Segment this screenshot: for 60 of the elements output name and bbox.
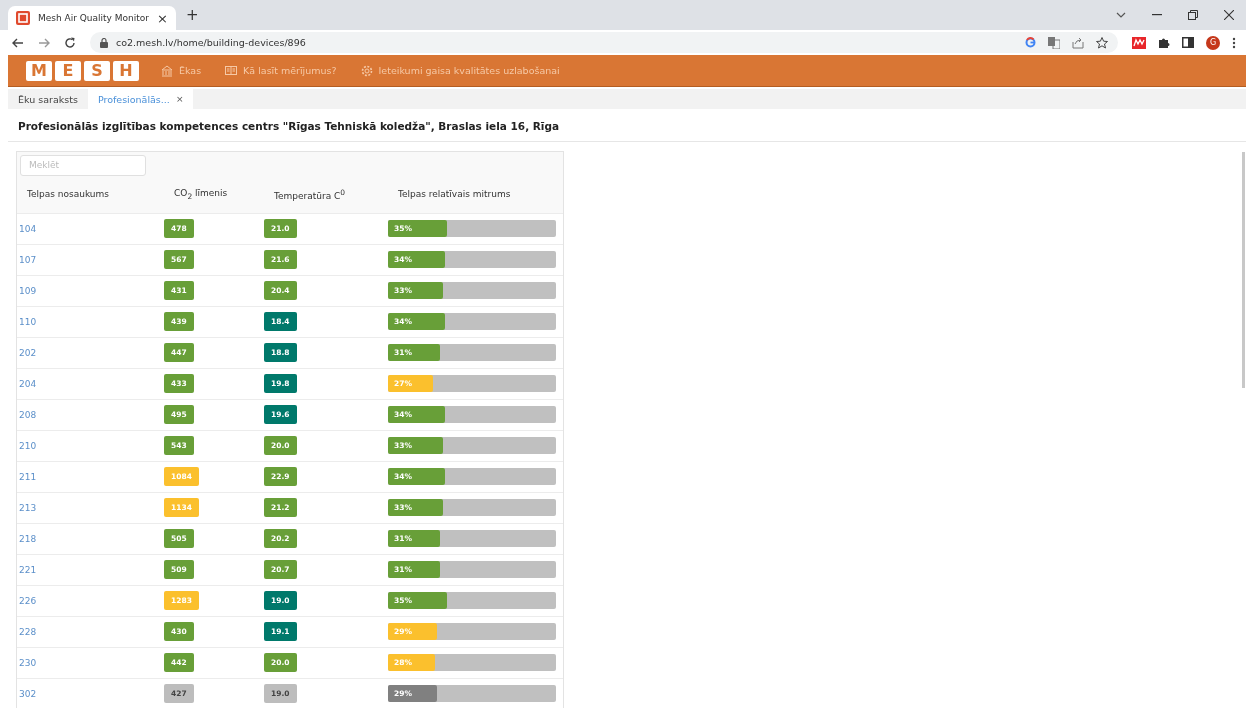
scrollbar[interactable]: [1242, 152, 1245, 388]
side-panel-icon[interactable]: [1182, 37, 1194, 48]
address-bar[interactable]: co2.mesh.lv/home/building-devices/896: [90, 32, 1118, 53]
room-link[interactable]: 210: [17, 440, 37, 451]
column-header: Telpas nosaukums: [26, 189, 110, 199]
lock-icon: [100, 37, 108, 48]
close-tab-button[interactable]: ×: [157, 10, 168, 26]
room-link[interactable]: 109: [17, 285, 37, 296]
building-icon: [161, 64, 173, 77]
room-link[interactable]: 211: [17, 471, 37, 482]
logo-letter[interactable]: E: [55, 60, 81, 81]
translate-icon[interactable]: [1048, 36, 1060, 49]
close-icon[interactable]: [1224, 10, 1234, 20]
room-link[interactable]: 104: [17, 223, 37, 234]
room-link[interactable]: 213: [17, 502, 37, 513]
room-link[interactable]: 228: [17, 626, 37, 637]
book-icon: [225, 64, 238, 77]
url-text: co2.mesh.lv/home/building-devices/896: [116, 37, 306, 48]
settings-icon: [360, 64, 373, 77]
reload-icon[interactable]: [64, 36, 76, 49]
room-link[interactable]: 204: [17, 378, 37, 389]
close-tab-icon[interactable]: ×: [175, 94, 184, 104]
room-link[interactable]: 208: [17, 409, 37, 420]
room-link[interactable]: 218: [17, 533, 37, 544]
chevron-down-icon[interactable]: [1116, 12, 1126, 18]
tab-title: Mesh Air Quality Monitor: [38, 13, 150, 23]
room-link[interactable]: 107: [17, 254, 37, 265]
star-icon[interactable]: [1096, 36, 1108, 49]
puzzle-icon[interactable]: [1158, 36, 1170, 49]
back-icon[interactable]: [12, 37, 24, 48]
column-header: Temperatūra C$^{0}$: [273, 187, 347, 201]
extension-icon[interactable]: [1132, 36, 1146, 49]
tab[interactable]: Profesionālās... ×: [87, 89, 194, 109]
site-icon: [16, 11, 30, 25]
logo-letter[interactable]: S: [84, 60, 110, 81]
room-link[interactable]: 221: [17, 564, 37, 575]
tab[interactable]: Ēku saraksts: [8, 89, 88, 109]
column-header: CO$_{2}$ līmenis: [173, 187, 229, 201]
logo-letter[interactable]: H: [113, 60, 139, 81]
browser-tab[interactable]: Mesh Air Quality Monitor ×: [8, 6, 176, 30]
nav-link[interactable]: Ieteikumi gaisa kvalitātes uzlabošanai: [360, 64, 560, 77]
forward-icon[interactable]: [38, 37, 50, 48]
room-link[interactable]: 226: [17, 595, 37, 606]
column-header: Telpas relatīvais mitrums: [397, 189, 512, 199]
nav-link[interactable]: Kā lasīt mērījumus?: [225, 64, 337, 77]
new-tab-button[interactable]: +: [176, 6, 209, 24]
room-link[interactable]: 230: [17, 657, 37, 668]
search-field[interactable]: Meklēt: [20, 154, 146, 176]
page-title: Profesionālās izglītības kompetences centrs "Rīgas Tehniskā koledža", Braslas iela 16, Rīga: [17, 119, 561, 132]
logo-letter[interactable]: M: [26, 60, 52, 81]
avatar[interactable]: G: [1206, 35, 1220, 50]
share-icon[interactable]: [1072, 36, 1084, 49]
room-link[interactable]: 302: [17, 688, 37, 699]
more-icon[interactable]: [1232, 36, 1236, 49]
minimize-icon[interactable]: [1152, 14, 1162, 16]
restore-icon[interactable]: [1188, 10, 1198, 20]
nav-link[interactable]: Ēkas: [161, 64, 202, 77]
google-icon[interactable]: [1025, 37, 1036, 48]
room-link[interactable]: 110: [17, 316, 37, 327]
room-link[interactable]: 202: [17, 347, 37, 358]
